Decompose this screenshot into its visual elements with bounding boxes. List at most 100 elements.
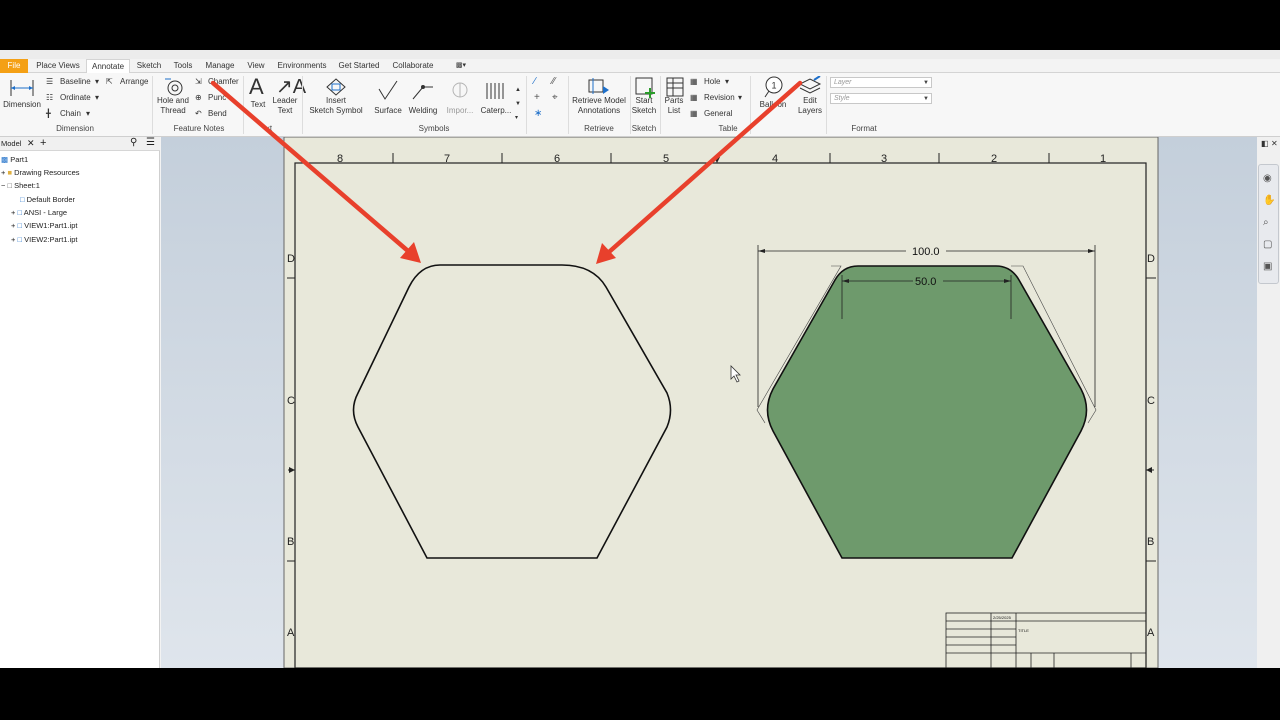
- surface-icon[interactable]: [377, 79, 399, 103]
- revision-table-icon[interactable]: ▦: [690, 93, 698, 102]
- quick-access-icon[interactable]: ▩▾: [450, 59, 472, 73]
- ordinate-dropdown-icon[interactable]: ▾: [95, 93, 99, 102]
- bend-button[interactable]: Bend: [208, 109, 227, 118]
- revision-dropdown-icon[interactable]: ▾: [738, 93, 742, 102]
- close-icon[interactable]: ✕: [27, 138, 35, 149]
- expand-icon[interactable]: +: [11, 208, 15, 217]
- style-placeholder: Style: [834, 95, 850, 102]
- chain-dropdown-icon[interactable]: ▾: [86, 109, 90, 118]
- expand-icon[interactable]: +: [1, 168, 5, 177]
- zoom-all-icon[interactable]: ▢: [1263, 239, 1272, 250]
- dimension-outer-text[interactable]: 100.0: [912, 246, 940, 258]
- zoom-window-icon[interactable]: ▣: [1263, 261, 1272, 272]
- tree-item-drawing-resources[interactable]: + ■ Drawing Resources: [1, 168, 80, 177]
- surface-button[interactable]: Surface: [372, 106, 404, 116]
- layer-select[interactable]: Layer ▼: [830, 77, 932, 88]
- center-mark-icon[interactable]: +: [534, 92, 540, 103]
- tab-place-views[interactable]: Place Views: [33, 59, 83, 73]
- general-table-icon[interactable]: ▦: [690, 109, 698, 118]
- tree-item-view1[interactable]: + □ VIEW1:Part1.ipt: [11, 221, 77, 230]
- tree-item-view2[interactable]: + □ VIEW2:Part1.ipt: [11, 235, 77, 244]
- centered-pattern-icon[interactable]: ⌖: [552, 92, 558, 103]
- dimension-button[interactable]: Dimension: [2, 100, 42, 110]
- tab-collaborate[interactable]: Collaborate: [388, 59, 438, 73]
- hole-thread-button[interactable]: Hole and Thread: [154, 96, 192, 116]
- restore-icon[interactable]: ◧: [1261, 139, 1269, 148]
- tab-environments[interactable]: Environments: [274, 59, 330, 73]
- tab-tools[interactable]: Tools: [170, 59, 196, 73]
- model-browser: Model ✕ + ⚲ ☰ ▩ Part1 + ■ Drawing Resour…: [0, 137, 160, 668]
- tab-get-started[interactable]: Get Started: [336, 59, 382, 73]
- balloon-icon[interactable]: 1: [763, 76, 785, 100]
- tree-item-default-border[interactable]: □ Default Border: [20, 195, 75, 204]
- chamfer-button[interactable]: Chamfer: [208, 77, 239, 86]
- close-icon[interactable]: ✕: [1271, 139, 1278, 148]
- arrange-button[interactable]: Arrange: [120, 77, 148, 86]
- style-select[interactable]: Style ▼: [830, 93, 932, 104]
- browser-tab-model[interactable]: Model: [1, 139, 21, 148]
- caterpillar-icon[interactable]: [484, 81, 506, 103]
- welding-button[interactable]: Welding: [406, 106, 440, 116]
- title-block-title: TITLE: [1018, 628, 1029, 633]
- row-label: C: [287, 395, 295, 407]
- parts-list-button[interactable]: Parts List: [660, 96, 688, 116]
- leader-text-button[interactable]: Leader Text: [270, 96, 300, 116]
- balloon-button[interactable]: Balloon: [756, 100, 790, 110]
- arrange-icon[interactable]: ⇱: [106, 77, 113, 86]
- row-label: B: [1147, 536, 1154, 548]
- retrieve-model-annotations-button[interactable]: Retrieve Model Annotations: [570, 96, 628, 116]
- ordinate-button[interactable]: Ordinate: [60, 93, 91, 102]
- expand-icon[interactable]: +: [11, 221, 15, 230]
- ordinate-icon[interactable]: ☷: [46, 93, 53, 102]
- dimension-inner-text[interactable]: 50.0: [915, 276, 936, 288]
- tab-annotate[interactable]: Annotate: [86, 59, 130, 73]
- text-icon[interactable]: A: [249, 74, 264, 100]
- pan-icon[interactable]: ✋: [1263, 195, 1275, 206]
- punch-icon[interactable]: ⊕: [195, 93, 202, 102]
- sketch-label: Sketch: [631, 106, 657, 115]
- import-icon[interactable]: [449, 79, 471, 103]
- drawing-sheet-svg[interactable]: 8 7 6 5 4 3 2 1 D C B A D C B A 100.0 50…: [161, 137, 1257, 668]
- chain-button[interactable]: Chain: [60, 109, 81, 118]
- dimension-icon[interactable]: [9, 78, 35, 100]
- hole-table-button[interactable]: Hole: [704, 77, 720, 86]
- start-label: Start: [635, 96, 653, 105]
- zoom-icon[interactable]: ⌕: [1263, 217, 1269, 228]
- import-button[interactable]: Impor...: [442, 106, 478, 116]
- drawing-canvas[interactable]: 8 7 6 5 4 3 2 1 D C B A D C B A 100.0 50…: [161, 137, 1257, 668]
- punch-button[interactable]: Punc: [208, 93, 226, 102]
- baseline-dropdown-icon[interactable]: ▾: [95, 77, 99, 86]
- symbols-scroll-icon[interactable]: ▲ ▼ ▾: [515, 83, 521, 125]
- tree-item-ansi-large[interactable]: + □ ANSI - Large: [11, 208, 67, 217]
- hole-dropdown-icon[interactable]: ▾: [725, 77, 729, 86]
- edit-layers-button[interactable]: Edit Layers: [794, 96, 826, 116]
- menu-icon[interactable]: ☰: [146, 137, 155, 148]
- tab-file[interactable]: File: [0, 59, 28, 73]
- bisector-icon[interactable]: ∕∕: [552, 76, 555, 87]
- tab-view[interactable]: View: [243, 59, 269, 73]
- start-sketch-button[interactable]: Start Sketch: [630, 96, 658, 116]
- hole-table-icon[interactable]: ▦: [690, 77, 698, 86]
- add-tab-icon[interactable]: +: [40, 137, 46, 149]
- caterpillar-button[interactable]: Caterp...: [478, 106, 514, 116]
- tab-manage[interactable]: Manage: [202, 59, 238, 73]
- baseline-icon[interactable]: ☰: [46, 77, 53, 86]
- centerline-icon[interactable]: ∕: [534, 76, 536, 87]
- tree-item-sheet1[interactable]: − □ Sheet:1: [1, 181, 40, 190]
- bend-icon[interactable]: ↶: [195, 109, 202, 118]
- collapse-icon[interactable]: −: [1, 181, 5, 190]
- insert-sketch-symbol-button[interactable]: Insert Sketch Symbol: [306, 96, 366, 116]
- expand-icon[interactable]: +: [11, 235, 15, 244]
- revision-table-button[interactable]: Revision: [704, 93, 735, 102]
- chain-icon[interactable]: ╋: [46, 109, 51, 118]
- chamfer-icon[interactable]: ⇲: [195, 77, 202, 86]
- tree-item-part1[interactable]: ▩ Part1: [1, 155, 28, 164]
- welding-icon[interactable]: [411, 79, 435, 103]
- search-icon[interactable]: ⚲: [130, 137, 137, 148]
- text-button[interactable]: Text: [248, 100, 268, 110]
- general-table-button[interactable]: General: [704, 109, 732, 118]
- tab-sketch[interactable]: Sketch: [134, 59, 164, 73]
- auto-center-icon[interactable]: ∗: [534, 108, 542, 119]
- baseline-button[interactable]: Baseline: [60, 77, 91, 86]
- steering-wheel-icon[interactable]: ◉: [1263, 173, 1272, 184]
